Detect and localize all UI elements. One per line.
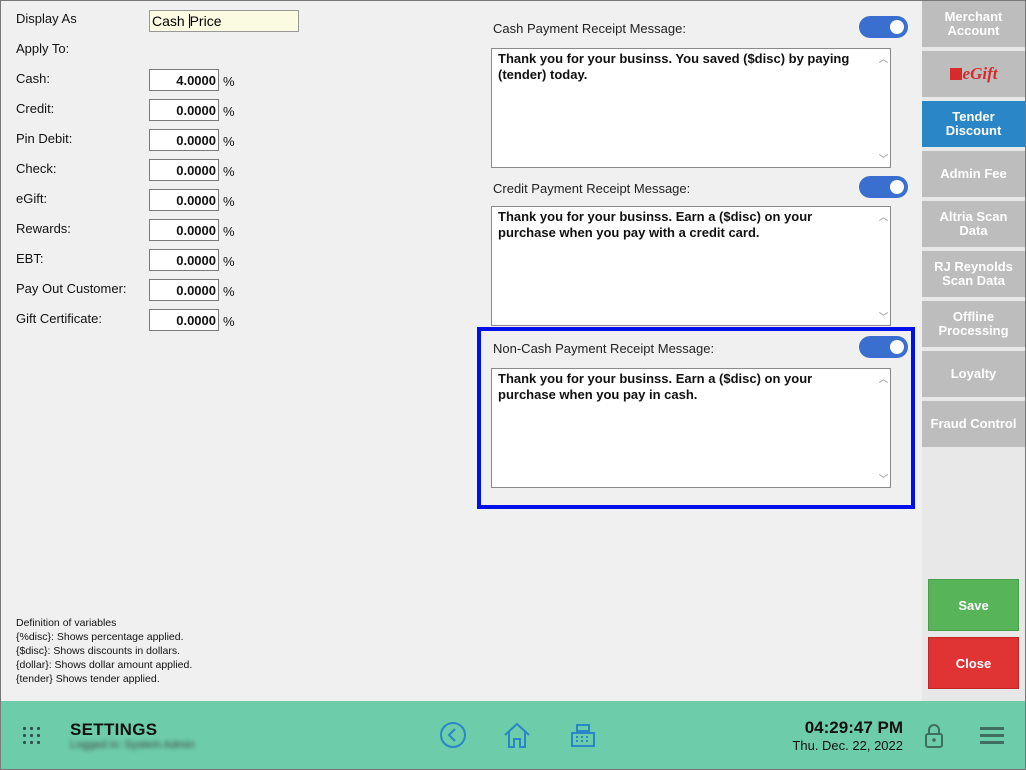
register-icon[interactable] bbox=[569, 721, 597, 752]
noncash-message-label: Non-Cash Payment Receipt Message: bbox=[493, 341, 715, 356]
sidebar-item-label: Loyalty bbox=[950, 366, 997, 381]
cash-discount-input[interactable]: 4.0000 bbox=[149, 69, 219, 91]
ebt-label: EBT: bbox=[16, 251, 44, 266]
save-button[interactable]: Save bbox=[928, 579, 1019, 631]
sidebar-item-fraud-control[interactable]: Fraud Control bbox=[922, 401, 1025, 449]
credit-discount-input[interactable]: 0.0000 bbox=[149, 99, 219, 121]
sidebar-item-merchant-account[interactable]: Merchant Account bbox=[922, 1, 1025, 49]
back-icon[interactable] bbox=[439, 721, 467, 752]
definition-line: {$disc}: Shows discounts in dollars. bbox=[16, 645, 181, 657]
toggle-knob bbox=[890, 180, 904, 194]
sidebar-item-admin-fee[interactable]: Admin Fee bbox=[922, 151, 1025, 199]
sidebar-item-label: Altria Scan Data bbox=[939, 209, 1008, 238]
sidebar-item-label: RJ Reynolds Scan Data bbox=[934, 259, 1013, 288]
definition-line: {%disc}: Shows percentage applied. bbox=[16, 631, 184, 643]
sidebar-item-altria-scan-data[interactable]: Altria Scan Data bbox=[922, 201, 1025, 249]
cash-label: Cash: bbox=[16, 71, 50, 86]
noncash-message-text: Thank you for your businss. Earn a ($dis… bbox=[498, 371, 813, 402]
cash-message-text: Thank you for your businss. You saved ($… bbox=[498, 51, 850, 82]
ebt-discount-input[interactable]: 0.0000 bbox=[149, 249, 219, 271]
cash-message-textarea[interactable]: Thank you for your businss. You saved ($… bbox=[491, 48, 891, 168]
noncash-message-textarea[interactable]: Thank you for your businss. Earn a ($dis… bbox=[491, 368, 891, 488]
egift-discount-input[interactable]: 0.0000 bbox=[149, 189, 219, 211]
percent-sign: % bbox=[223, 104, 235, 119]
credit-message-textarea[interactable]: Thank you for your businss. Earn a ($dis… bbox=[491, 206, 891, 326]
scroll-down-icon[interactable]: ﹀ bbox=[879, 471, 888, 487]
percent-sign: % bbox=[223, 314, 235, 329]
clock-date: Thu. Dec. 22, 2022 bbox=[792, 738, 903, 753]
credit-message-label: Credit Payment Receipt Message: bbox=[493, 181, 691, 196]
definition-line: {tender} Shows tender applied. bbox=[16, 673, 160, 685]
settings-sidebar: Merchant Account eGift Tender Discount A… bbox=[922, 1, 1025, 701]
definitions-title: Definition of variables bbox=[16, 617, 117, 629]
credit-message-toggle[interactable] bbox=[859, 176, 908, 198]
clock-time: 04:29:47 PM bbox=[804, 718, 903, 737]
percent-sign: % bbox=[223, 254, 235, 269]
egift-logo: eGift bbox=[949, 65, 997, 82]
sidebar-item-tender-discount[interactable]: Tender Discount bbox=[922, 101, 1025, 149]
bottom-bar: SETTINGS Logged in: System Admin 04:29:4… bbox=[1, 701, 1025, 769]
sidebar-item-rj-reynolds-scan-data[interactable]: RJ Reynolds Scan Data bbox=[922, 251, 1025, 299]
gift-certificate-label: Gift Certificate: bbox=[16, 311, 102, 326]
scroll-down-icon[interactable]: ﹀ bbox=[879, 151, 888, 167]
noncash-message-toggle[interactable] bbox=[859, 336, 908, 358]
percent-sign: % bbox=[223, 134, 235, 149]
toggle-knob bbox=[890, 20, 904, 34]
sidebar-item-label: Fraud Control bbox=[930, 416, 1017, 431]
check-label: Check: bbox=[16, 161, 57, 176]
logged-in-user: Logged in: System Admin bbox=[70, 739, 195, 751]
sidebar-item-loyalty[interactable]: Loyalty bbox=[922, 351, 1025, 399]
scroll-down-icon[interactable]: ﹀ bbox=[879, 309, 888, 325]
egift-label: eGift: bbox=[16, 191, 48, 206]
rewards-label: Rewards: bbox=[16, 221, 71, 236]
apply-to-label: Apply To: bbox=[16, 41, 70, 56]
settings-main-panel: Display As Cash Price Apply To: Cash: 4.… bbox=[1, 1, 922, 701]
close-button[interactable]: Close bbox=[928, 637, 1019, 689]
percent-sign: % bbox=[223, 164, 235, 179]
percent-sign: % bbox=[223, 224, 235, 239]
sidebar-item-offline-processing[interactable]: Offline Processing bbox=[922, 301, 1025, 349]
sidebar-item-label: Tender Discount bbox=[945, 109, 1002, 138]
pin-debit-label: Pin Debit: bbox=[16, 131, 73, 146]
home-icon[interactable] bbox=[502, 721, 532, 752]
rewards-discount-input[interactable]: 0.0000 bbox=[149, 219, 219, 241]
sidebar-item-egift[interactable]: eGift bbox=[922, 51, 1025, 99]
apps-grid-icon[interactable] bbox=[23, 727, 43, 747]
sidebar-item-label: Merchant Account bbox=[944, 9, 1003, 38]
gift-box-icon bbox=[949, 68, 962, 80]
toggle-knob bbox=[890, 340, 904, 354]
sidebar-item-label: Offline Processing bbox=[938, 309, 1009, 338]
check-discount-input[interactable]: 0.0000 bbox=[149, 159, 219, 181]
percent-sign: % bbox=[223, 284, 235, 299]
scroll-up-icon[interactable]: ︿ bbox=[879, 209, 888, 225]
scroll-up-icon[interactable]: ︿ bbox=[879, 51, 888, 67]
cash-message-label: Cash Payment Receipt Message: bbox=[493, 21, 686, 36]
gift-certificate-discount-input[interactable]: 0.0000 bbox=[149, 309, 219, 331]
hamburger-menu-icon[interactable] bbox=[980, 727, 1004, 745]
credit-label: Credit: bbox=[16, 101, 55, 116]
sidebar-item-label: Admin Fee bbox=[940, 166, 1007, 181]
percent-sign: % bbox=[223, 194, 235, 209]
definition-line: {dollar}: Shows dollar amount applied. bbox=[16, 659, 193, 671]
page-title: SETTINGS bbox=[70, 720, 158, 739]
display-as-value-part1: Cash bbox=[152, 13, 189, 29]
lock-icon[interactable] bbox=[923, 723, 945, 752]
pay-out-customer-discount-input[interactable]: 0.0000 bbox=[149, 279, 219, 301]
scroll-up-icon[interactable]: ︿ bbox=[879, 371, 888, 387]
pay-out-customer-label: Pay Out Customer: bbox=[16, 281, 127, 296]
percent-sign: % bbox=[223, 74, 235, 89]
pin-debit-discount-input[interactable]: 0.0000 bbox=[149, 129, 219, 151]
display-as-value-part2: Price bbox=[189, 13, 222, 29]
credit-message-text: Thank you for your businss. Earn a ($dis… bbox=[498, 209, 813, 240]
variable-definitions: Definition of variables {%disc}: Shows p… bbox=[16, 616, 192, 686]
display-as-input[interactable]: Cash Price bbox=[149, 10, 299, 32]
display-as-label: Display As bbox=[16, 11, 77, 26]
cash-message-toggle[interactable] bbox=[859, 16, 908, 38]
